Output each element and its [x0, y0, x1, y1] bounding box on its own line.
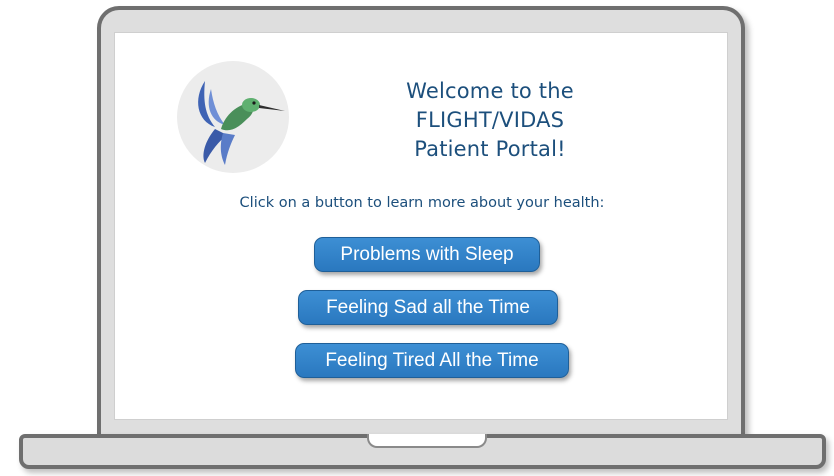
feeling-sad-button[interactable]: Feeling Sad all the Time — [298, 290, 558, 325]
page-title: Welcome to the FLIGHT/VIDAS Patient Port… — [365, 77, 615, 164]
hummingbird-logo-icon — [177, 61, 289, 173]
portal-screen: Welcome to the FLIGHT/VIDAS Patient Port… — [114, 32, 728, 420]
problems-with-sleep-button[interactable]: Problems with Sleep — [314, 237, 540, 272]
instruction-text: Click on a button to learn more about yo… — [239, 195, 605, 211]
laptop-notch — [367, 434, 487, 448]
laptop-illustration: Welcome to the FLIGHT/VIDAS Patient Port… — [0, 0, 834, 476]
title-line: FLIGHT/VIDAS — [415, 108, 565, 132]
feeling-tired-button[interactable]: Feeling Tired All the Time — [295, 343, 569, 378]
title-line: Patient Portal! — [414, 137, 566, 161]
title-line: Welcome to the — [406, 79, 574, 103]
laptop-base — [19, 434, 826, 469]
